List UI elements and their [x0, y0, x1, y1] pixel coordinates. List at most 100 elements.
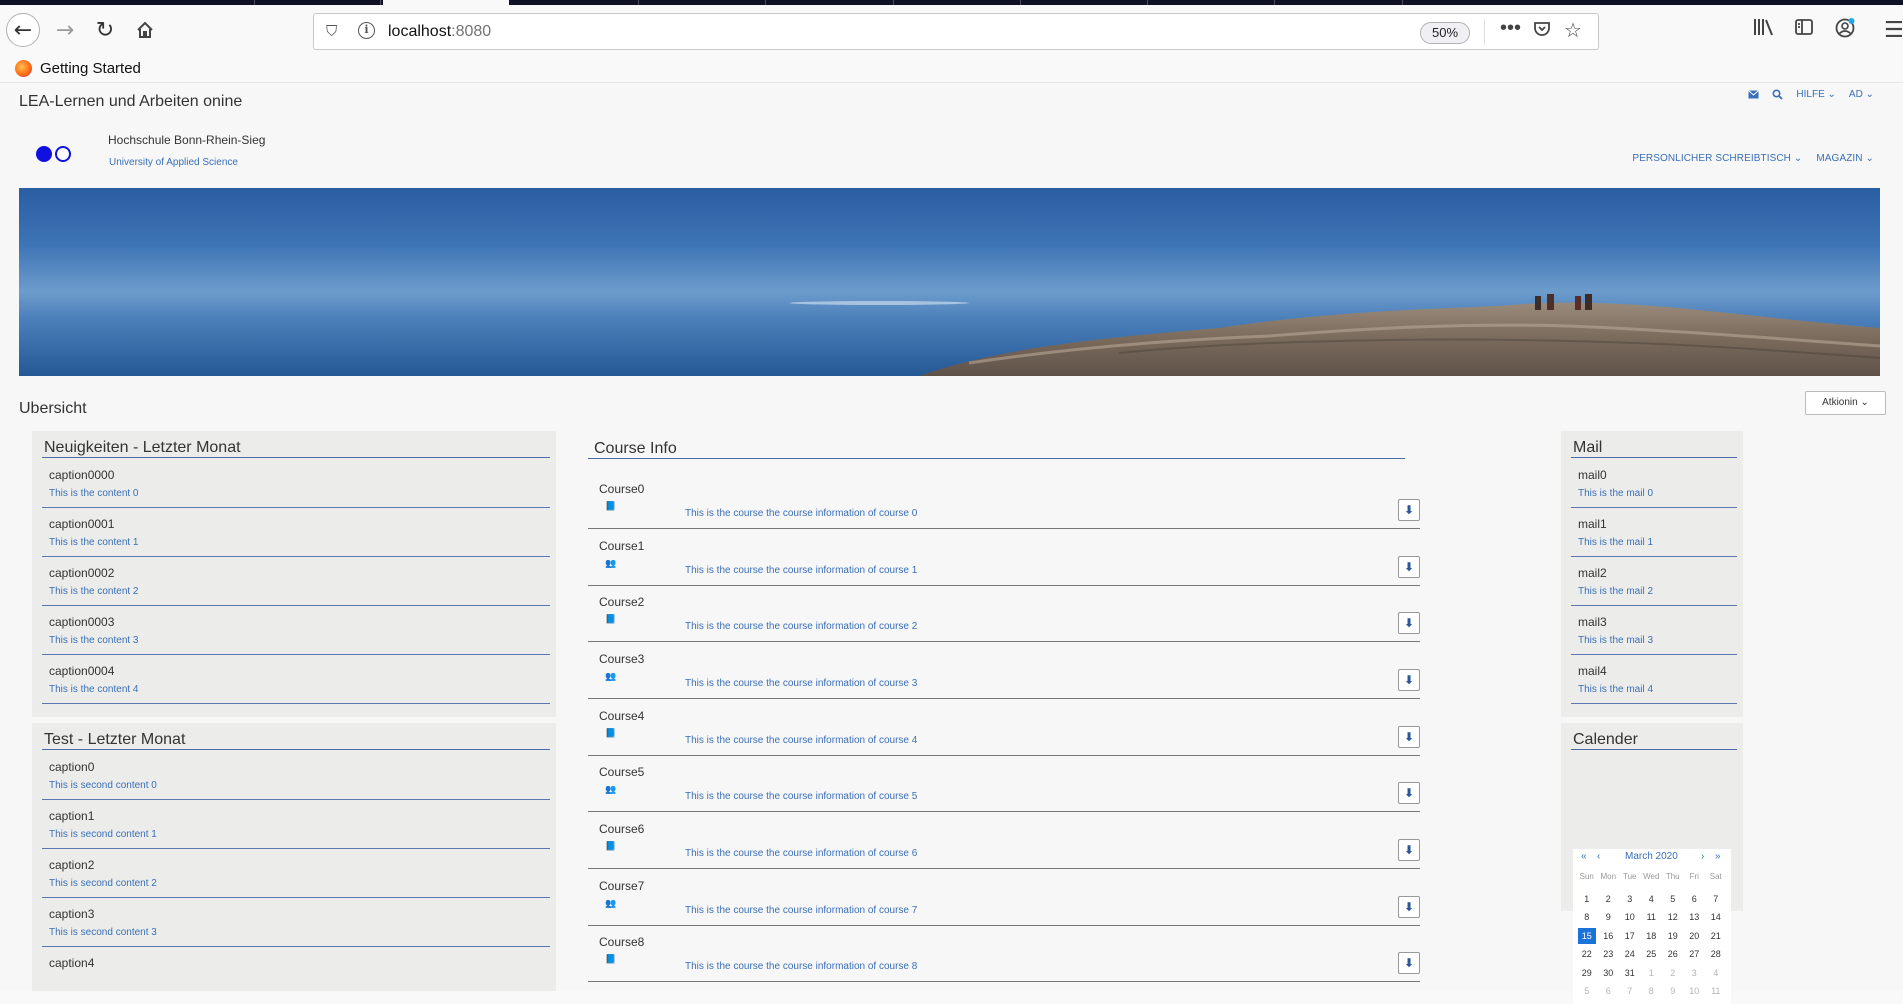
menu-icon[interactable]: ☰: [1884, 17, 1903, 43]
news-item[interactable]: caption0004 This is the content 4: [42, 655, 550, 704]
search-icon[interactable]: [1772, 89, 1784, 100]
news-item-content[interactable]: This is the content 1: [49, 537, 139, 548]
test-item[interactable]: caption4: [42, 947, 550, 996]
test-item[interactable]: caption2 This is second content 2: [42, 849, 550, 898]
calendar-day[interactable]: 13: [1684, 908, 1706, 927]
course-row[interactable]: Course5 👥 This is the course the course in…: [588, 755, 1420, 812]
mail-item-content[interactable]: This is the mail 0: [1578, 488, 1653, 499]
mail-item-content[interactable]: This is the mail 1: [1578, 537, 1653, 548]
course-row[interactable]: Course1 👥 This is the course the course in…: [588, 529, 1420, 586]
calendar-day[interactable]: 8: [1641, 982, 1663, 1001]
mail-item[interactable]: mail4 This is the mail 4: [1571, 655, 1737, 704]
prev-month-icon[interactable]: ‹: [1597, 851, 1600, 862]
calendar-month-label[interactable]: March 2020: [1625, 851, 1678, 862]
calendar-day[interactable]: 24: [1619, 945, 1641, 964]
test-item-content[interactable]: This is second content 0: [49, 780, 157, 791]
course-row[interactable]: Course7 👥 This is the course the course in…: [588, 869, 1420, 926]
calendar-day[interactable]: 6: [1684, 890, 1706, 909]
zoom-indicator[interactable]: 50%: [1420, 22, 1470, 44]
calendar-day[interactable]: 31: [1619, 964, 1641, 983]
download-button[interactable]: ⬇: [1398, 896, 1420, 918]
news-item-content[interactable]: This is the content 2: [49, 586, 139, 597]
calendar-day[interactable]: 3: [1619, 890, 1641, 909]
course-info-link[interactable]: This is the course the course informatio…: [685, 678, 917, 689]
test-item[interactable]: caption0 This is second content 0: [42, 751, 550, 800]
course-info-link[interactable]: This is the course the course informatio…: [685, 565, 917, 576]
next-month-icon[interactable]: ›: [1701, 851, 1704, 862]
url-text[interactable]: localhost:8080: [388, 23, 491, 41]
calendar-day[interactable]: 8: [1576, 908, 1598, 927]
calendar-day[interactable]: 25: [1641, 945, 1663, 964]
news-item-content[interactable]: This is the content 3: [49, 635, 139, 646]
course-row[interactable]: Course2 📘 This is the course the course in…: [588, 585, 1420, 642]
mail-item-content[interactable]: This is the mail 2: [1578, 586, 1653, 597]
calendar-day[interactable]: 10: [1619, 908, 1641, 927]
mail-item[interactable]: mail1 This is the mail 1: [1571, 508, 1737, 557]
calendar-day[interactable]: 29: [1576, 964, 1598, 983]
calendar-day[interactable]: 1: [1576, 890, 1598, 909]
reload-button[interactable]: ↻: [88, 13, 122, 47]
page-actions-icon[interactable]: •••: [1500, 17, 1521, 40]
news-item-content[interactable]: This is the content 4: [49, 684, 139, 695]
calendar-day[interactable]: 22: [1576, 945, 1598, 964]
actions-button[interactable]: Atkionin ⌄: [1805, 391, 1886, 415]
download-button[interactable]: ⬇: [1398, 499, 1420, 521]
forward-button[interactable]: →: [48, 13, 82, 47]
nav-magazin[interactable]: MAGAZIN ⌄: [1816, 153, 1874, 164]
calendar-day[interactable]: 9: [1662, 982, 1684, 1001]
pocket-icon[interactable]: [1533, 20, 1551, 43]
bookmark-getting-started[interactable]: Getting Started: [40, 60, 141, 77]
calendar-day[interactable]: 30: [1598, 964, 1620, 983]
calendar-day[interactable]: 11: [1641, 908, 1663, 927]
news-item[interactable]: caption0003 This is the content 3: [42, 606, 550, 655]
mail-item[interactable]: mail3 This is the mail 3: [1571, 606, 1737, 655]
logo[interactable]: [36, 146, 71, 162]
bookmark-star-icon[interactable]: ☆: [1564, 18, 1582, 43]
course-info-link[interactable]: This is the course the course informatio…: [685, 905, 917, 916]
home-button[interactable]: [128, 13, 162, 47]
mail-item[interactable]: mail0 This is the mail 0: [1571, 459, 1737, 508]
calendar-day[interactable]: 26: [1662, 945, 1684, 964]
news-item[interactable]: caption0000 This is the content 0: [42, 459, 550, 508]
calendar-day[interactable]: 19: [1662, 927, 1684, 946]
test-item-content[interactable]: This is second content 1: [49, 829, 157, 840]
info-icon[interactable]: i: [358, 22, 375, 39]
sidebar-icon[interactable]: [1794, 17, 1814, 43]
course-info-link[interactable]: This is the course the course informatio…: [685, 621, 917, 632]
course-info-link[interactable]: This is the course the course informatio…: [685, 961, 917, 972]
course-info-link[interactable]: This is the course the course informatio…: [685, 791, 917, 802]
course-info-link[interactable]: This is the course the course informatio…: [685, 508, 917, 519]
help-menu[interactable]: HILFE ⌄: [1796, 89, 1836, 100]
calendar-day[interactable]: 7: [1705, 890, 1727, 909]
course-row[interactable]: Course8 📘 This is the course the course in…: [588, 925, 1420, 982]
calendar-day[interactable]: 4: [1641, 890, 1663, 909]
calendar-day[interactable]: 4: [1705, 964, 1727, 983]
mail-item-content[interactable]: This is the mail 3: [1578, 635, 1653, 646]
download-button[interactable]: ⬇: [1398, 839, 1420, 861]
prev-year-icon[interactable]: «: [1581, 851, 1587, 862]
test-item-content[interactable]: This is second content 3: [49, 927, 157, 938]
test-item[interactable]: caption1 This is second content 1: [42, 800, 550, 849]
calendar-day[interactable]: 28: [1705, 945, 1727, 964]
calendar-day[interactable]: 3: [1684, 964, 1706, 983]
calendar-day[interactable]: 10: [1684, 982, 1706, 1001]
calendar-today[interactable]: 15: [1578, 927, 1596, 944]
news-item-content[interactable]: This is the content 0: [49, 488, 139, 499]
calendar-day[interactable]: 11: [1705, 982, 1727, 1001]
calendar-day[interactable]: 12: [1662, 908, 1684, 927]
calendar-day[interactable]: 18: [1641, 927, 1663, 946]
user-menu[interactable]: AD ⌄: [1849, 89, 1874, 100]
download-button[interactable]: ⬇: [1398, 952, 1420, 974]
course-info-link[interactable]: This is the course the course informatio…: [685, 735, 917, 746]
library-icon[interactable]: [1753, 17, 1775, 43]
download-button[interactable]: ⬇: [1398, 669, 1420, 691]
news-item[interactable]: caption0001 This is the content 1: [42, 508, 550, 557]
download-button[interactable]: ⬇: [1398, 782, 1420, 804]
calendar-day[interactable]: 2: [1662, 964, 1684, 983]
calendar-day[interactable]: 20: [1684, 927, 1706, 946]
download-button[interactable]: ⬇: [1398, 612, 1420, 634]
calendar-day[interactable]: 21: [1705, 927, 1727, 946]
mail-item[interactable]: mail2 This is the mail 2: [1571, 557, 1737, 606]
nav-personal-desktop[interactable]: PERSONLICHER SCHREIBTISCH ⌄: [1632, 153, 1802, 164]
calendar-day[interactable]: 6: [1598, 982, 1620, 1001]
